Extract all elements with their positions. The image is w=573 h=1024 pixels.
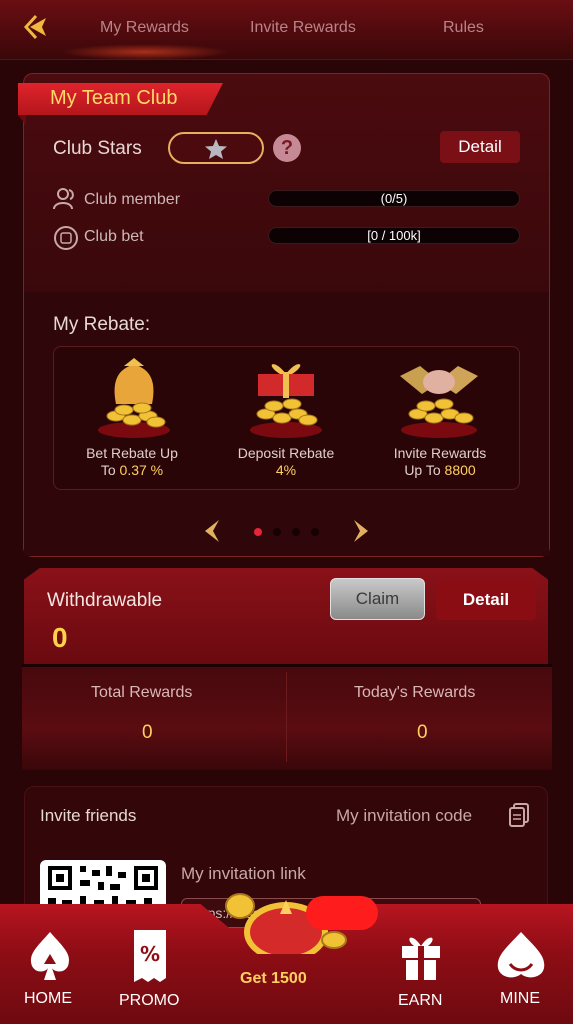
carousel-dot[interactable] (292, 528, 300, 536)
help-icon[interactable]: ? (273, 134, 301, 162)
earn-gift-icon[interactable] (398, 930, 444, 982)
claim-button[interactable]: Claim (330, 578, 425, 620)
rebate-item-prefix: To (100, 462, 120, 478)
invitation-code-label[interactable]: My invitation code (336, 806, 472, 826)
rebate-item-bet: Bet Rebate Up To 0.37 % (68, 445, 196, 479)
club-bet-progress: [0 / 100k] (268, 227, 520, 244)
club-bet-label: Club bet (84, 228, 144, 245)
rebate-item-value: 4% (275, 462, 297, 478)
money-bag-icon (98, 358, 170, 438)
prev-arrow-icon[interactable] (201, 518, 223, 544)
back-icon[interactable] (22, 12, 52, 42)
rebate-item-label: Deposit Rebate (237, 445, 335, 461)
invite-title: Invite friends (40, 806, 137, 825)
top-nav: My Rewards Invite Rewards Rules (0, 0, 573, 60)
gift-box-icon (250, 364, 322, 438)
handshake-coins-icon (400, 366, 478, 438)
tab-my-rewards[interactable]: My Rewards (100, 19, 189, 37)
club-stars-label: Club Stars (53, 138, 142, 159)
tab-home[interactable]: HOME (24, 990, 72, 1008)
invitation-link-label: My invitation link (181, 864, 306, 883)
mine-spade-icon[interactable] (494, 930, 548, 982)
total-rewards-value: 0 (142, 722, 153, 743)
club-stars-pill (168, 132, 264, 164)
withdrawable-value: 0 (52, 622, 68, 653)
copy-icon[interactable] (508, 802, 532, 828)
rebate-item-prefix: Up To (404, 462, 445, 478)
coin-bet-icon (54, 226, 78, 250)
carousel-dot-active[interactable] (254, 528, 262, 536)
rewards-summary (22, 664, 552, 770)
total-rewards-label: Total Rewards (91, 684, 193, 701)
rebate-item-value: 8800 (444, 462, 476, 478)
club-ribbon: My Team Club (18, 83, 223, 115)
promo-ticket-icon[interactable]: % (130, 928, 170, 984)
svg-text:%: % (140, 942, 160, 966)
next-arrow-icon[interactable] (350, 518, 372, 544)
tab-earn[interactable]: EARN (398, 992, 442, 1010)
rebate-item-label: Invite Rewards (393, 445, 487, 461)
tab-promo[interactable]: PROMO (119, 992, 179, 1010)
rebate-item-deposit: Deposit Rebate 4% (222, 445, 350, 479)
tab-mine[interactable]: MINE (500, 990, 540, 1008)
rebate-item-invite: Invite Rewards Up To 8800 (376, 445, 504, 479)
home-spade-icon[interactable] (26, 930, 74, 982)
today-rewards-label: Today's Rewards (354, 684, 476, 701)
club-detail-button[interactable]: Detail (440, 131, 520, 163)
club-member-progress: (0/5) (268, 190, 520, 207)
club-member-label: Club member (84, 191, 181, 208)
get-bonus-label[interactable]: Get 1500 (240, 970, 307, 988)
rewards-divider (286, 672, 287, 762)
active-tab-glow (60, 44, 230, 60)
star-icon (205, 139, 227, 159)
rebate-title: My Rebate: (53, 314, 151, 335)
tab-rules[interactable]: Rules (443, 19, 484, 37)
rebate-item-label: Bet Rebate Up (86, 445, 178, 461)
notification-badge (306, 896, 378, 930)
tab-invite-rewards[interactable]: Invite Rewards (250, 19, 356, 37)
members-icon (53, 188, 74, 210)
withdrawable-label: Withdrawable (47, 590, 163, 611)
carousel-dot[interactable] (311, 528, 319, 536)
carousel-dot[interactable] (273, 528, 281, 536)
withdraw-detail-button[interactable]: Detail (436, 580, 536, 620)
rebate-item-value: 0.37 % (119, 462, 164, 478)
today-rewards-value: 0 (417, 722, 428, 743)
